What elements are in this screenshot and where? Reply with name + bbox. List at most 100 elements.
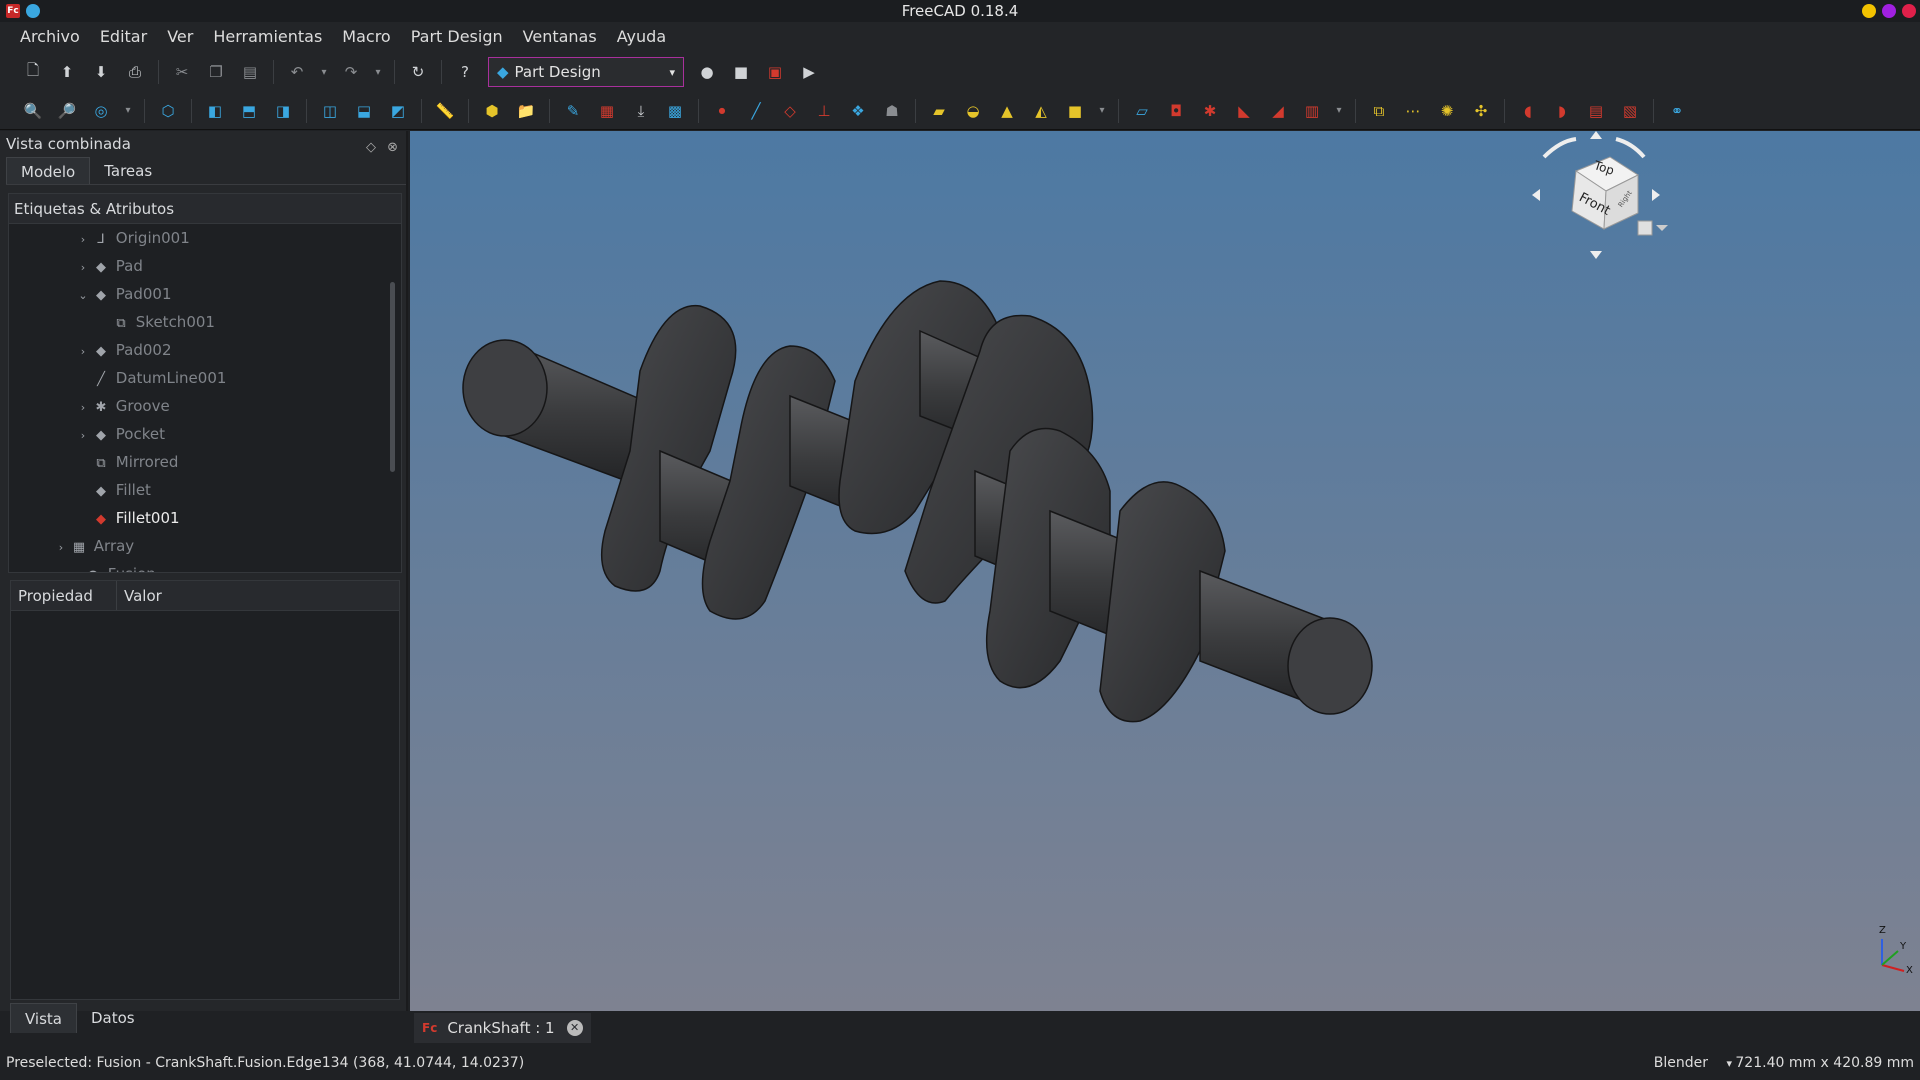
tree-item-pad001[interactable]: ⌄ ◆ Pad001: [9, 280, 171, 310]
model-tree[interactable]: Etiquetas & Atributos › ⅃ Origin001 › ◆ Pa…: [8, 193, 402, 573]
undo-dropdown-icon[interactable]: ▾: [318, 59, 330, 85]
menu-herramientas[interactable]: Herramientas: [203, 22, 332, 52]
draw-style-dropdown-icon[interactable]: ▾: [122, 98, 134, 124]
mirrored-icon[interactable]: ⧉: [1366, 98, 1392, 124]
right-view-icon[interactable]: ◨: [270, 98, 296, 124]
datum-plane-icon[interactable]: ◇: [777, 98, 803, 124]
subtractive-pipe-icon[interactable]: ◢: [1265, 98, 1291, 124]
tree-item-fusion[interactable]: ● Fusion: [9, 560, 155, 572]
refresh-icon[interactable]: ↻: [405, 59, 431, 85]
draw-style-icon[interactable]: ◎: [88, 98, 114, 124]
chevron-right-icon[interactable]: ›: [53, 534, 69, 562]
macro-play-icon[interactable]: ▶: [796, 59, 822, 85]
open-file-icon[interactable]: ⬆: [54, 59, 80, 85]
property-editor[interactable]: Propiedad Valor: [10, 580, 400, 1000]
tree-item-fillet001[interactable]: ◆ Fillet001: [9, 504, 180, 532]
menu-macro[interactable]: Macro: [332, 22, 400, 52]
new-file-icon[interactable]: 🗋: [20, 59, 46, 85]
linear-pattern-icon[interactable]: ⋯: [1400, 98, 1426, 124]
tree-item-pad002[interactable]: › ◆ Pad002: [9, 336, 172, 364]
validate-sketch-icon[interactable]: ▦: [594, 98, 620, 124]
navigation-style-selector[interactable]: Blender ▾: [1654, 1047, 1732, 1080]
value-column-header[interactable]: Valor: [117, 581, 162, 610]
shape-binder-icon[interactable]: ⤓: [628, 98, 654, 124]
menu-ventanas[interactable]: Ventanas: [513, 22, 607, 52]
whats-this-icon[interactable]: ?: [452, 59, 478, 85]
chamfer-icon[interactable]: ◗: [1549, 98, 1575, 124]
additive-pipe-icon[interactable]: ◭: [1028, 98, 1054, 124]
maximize-button[interactable]: [1882, 4, 1896, 18]
datum-point-icon[interactable]: ●: [709, 98, 735, 124]
redo-icon[interactable]: ↷: [338, 59, 364, 85]
fit-all-icon[interactable]: 🔍: [20, 98, 46, 124]
local-coordinate-system-icon[interactable]: ⊥: [811, 98, 837, 124]
float-panel-icon[interactable]: ◇: [366, 135, 376, 161]
bottom-view-icon[interactable]: ⬓: [351, 98, 377, 124]
left-view-icon[interactable]: ◩: [385, 98, 411, 124]
isometric-view-icon[interactable]: ⬡: [155, 98, 181, 124]
tree-item-pad[interactable]: › ◆ Pad: [9, 252, 143, 280]
tree-item-mirrored[interactable]: ⧉ Mirrored: [9, 448, 178, 476]
datum-line-icon[interactable]: ╱: [743, 98, 769, 124]
pocket-icon[interactable]: ▱: [1129, 98, 1155, 124]
create-sketch-icon[interactable]: ✎: [560, 98, 586, 124]
redo-dropdown-icon[interactable]: ▾: [372, 59, 384, 85]
subtractive-primitive-dropdown-icon[interactable]: ▾: [1333, 98, 1345, 124]
3d-viewport[interactable]: Top Front Right Z Y X: [410, 131, 1920, 1011]
create-part-icon[interactable]: 📁: [513, 98, 539, 124]
close-panel-icon[interactable]: ⊗: [387, 135, 398, 161]
tree-item-sketch001[interactable]: ⧉ Sketch001: [9, 308, 215, 336]
close-tab-icon[interactable]: ✕: [566, 1020, 583, 1036]
draft-icon[interactable]: ▤: [1583, 98, 1609, 124]
macro-edit-icon[interactable]: ▣: [762, 59, 788, 85]
tree-item-datumline001[interactable]: ╱ DatumLine001: [9, 364, 226, 392]
tree-item-origin001[interactable]: › ⅃ Origin001: [9, 224, 190, 252]
chevron-right-icon[interactable]: ›: [75, 226, 91, 254]
workbench-selector[interactable]: ◆ Part Design ▾: [488, 57, 684, 87]
groove-icon[interactable]: ✱: [1197, 98, 1223, 124]
chevron-down-icon[interactable]: ⌄: [75, 282, 91, 310]
menu-ver[interactable]: Ver: [157, 22, 203, 52]
tree-item-pocket[interactable]: › ◆ Pocket: [9, 420, 165, 448]
pad-icon[interactable]: ▰: [926, 98, 952, 124]
chevron-right-icon[interactable]: ›: [75, 422, 91, 450]
clone-icon[interactable]: ❖: [845, 98, 871, 124]
sub-shape-binder-icon[interactable]: ▩: [662, 98, 688, 124]
tab-modelo[interactable]: Modelo: [6, 157, 91, 184]
print-icon[interactable]: ⎙: [122, 59, 148, 85]
cut-icon[interactable]: ✂: [169, 59, 195, 85]
crankshaft-model[interactable]: [410, 131, 1920, 1011]
revolution-icon[interactable]: ◒: [960, 98, 986, 124]
measure-icon[interactable]: 📏: [432, 98, 458, 124]
additive-primitive-dropdown-icon[interactable]: ▾: [1096, 98, 1108, 124]
copy-icon[interactable]: ❐: [203, 59, 229, 85]
menu-part-design[interactable]: Part Design: [401, 22, 513, 52]
tree-item-fillet[interactable]: ◆ Fillet: [9, 476, 151, 504]
tree-item-groove[interactable]: › ✱ Groove: [9, 392, 170, 420]
chevron-right-icon[interactable]: ›: [75, 338, 91, 366]
rear-view-icon[interactable]: ◫: [317, 98, 343, 124]
hole-icon[interactable]: ◘: [1163, 98, 1189, 124]
tab-vista[interactable]: Vista: [10, 1003, 77, 1033]
create-body-icon[interactable]: ⬢: [479, 98, 505, 124]
macro-record-icon[interactable]: ●: [694, 59, 720, 85]
pin-icon[interactable]: [26, 4, 40, 18]
subtractive-primitive-icon[interactable]: ▥: [1299, 98, 1325, 124]
menu-editar[interactable]: Editar: [90, 22, 157, 52]
fillet-icon[interactable]: ◖: [1515, 98, 1541, 124]
minimize-button[interactable]: [1862, 4, 1876, 18]
document-tab-crankshaft[interactable]: Fc CrankShaft : 1 ✕: [414, 1013, 591, 1043]
navigation-cube[interactable]: Top Front Right: [1520, 131, 1670, 271]
tree-scrollbar[interactable]: [390, 282, 395, 472]
tab-tareas[interactable]: Tareas: [90, 157, 166, 184]
shape-binder-2-icon[interactable]: ☗: [879, 98, 905, 124]
multi-transform-icon[interactable]: ✣: [1468, 98, 1494, 124]
chevron-right-icon[interactable]: ›: [75, 254, 91, 282]
tree-item-array[interactable]: › ▦ Array: [9, 532, 134, 560]
save-file-icon[interactable]: ⬇: [88, 59, 114, 85]
undo-icon[interactable]: ↶: [284, 59, 310, 85]
polar-pattern-icon[interactable]: ✺: [1434, 98, 1460, 124]
fit-selection-icon[interactable]: 🔎: [54, 98, 80, 124]
top-view-icon[interactable]: ⬒: [236, 98, 262, 124]
front-view-icon[interactable]: ◧: [202, 98, 228, 124]
